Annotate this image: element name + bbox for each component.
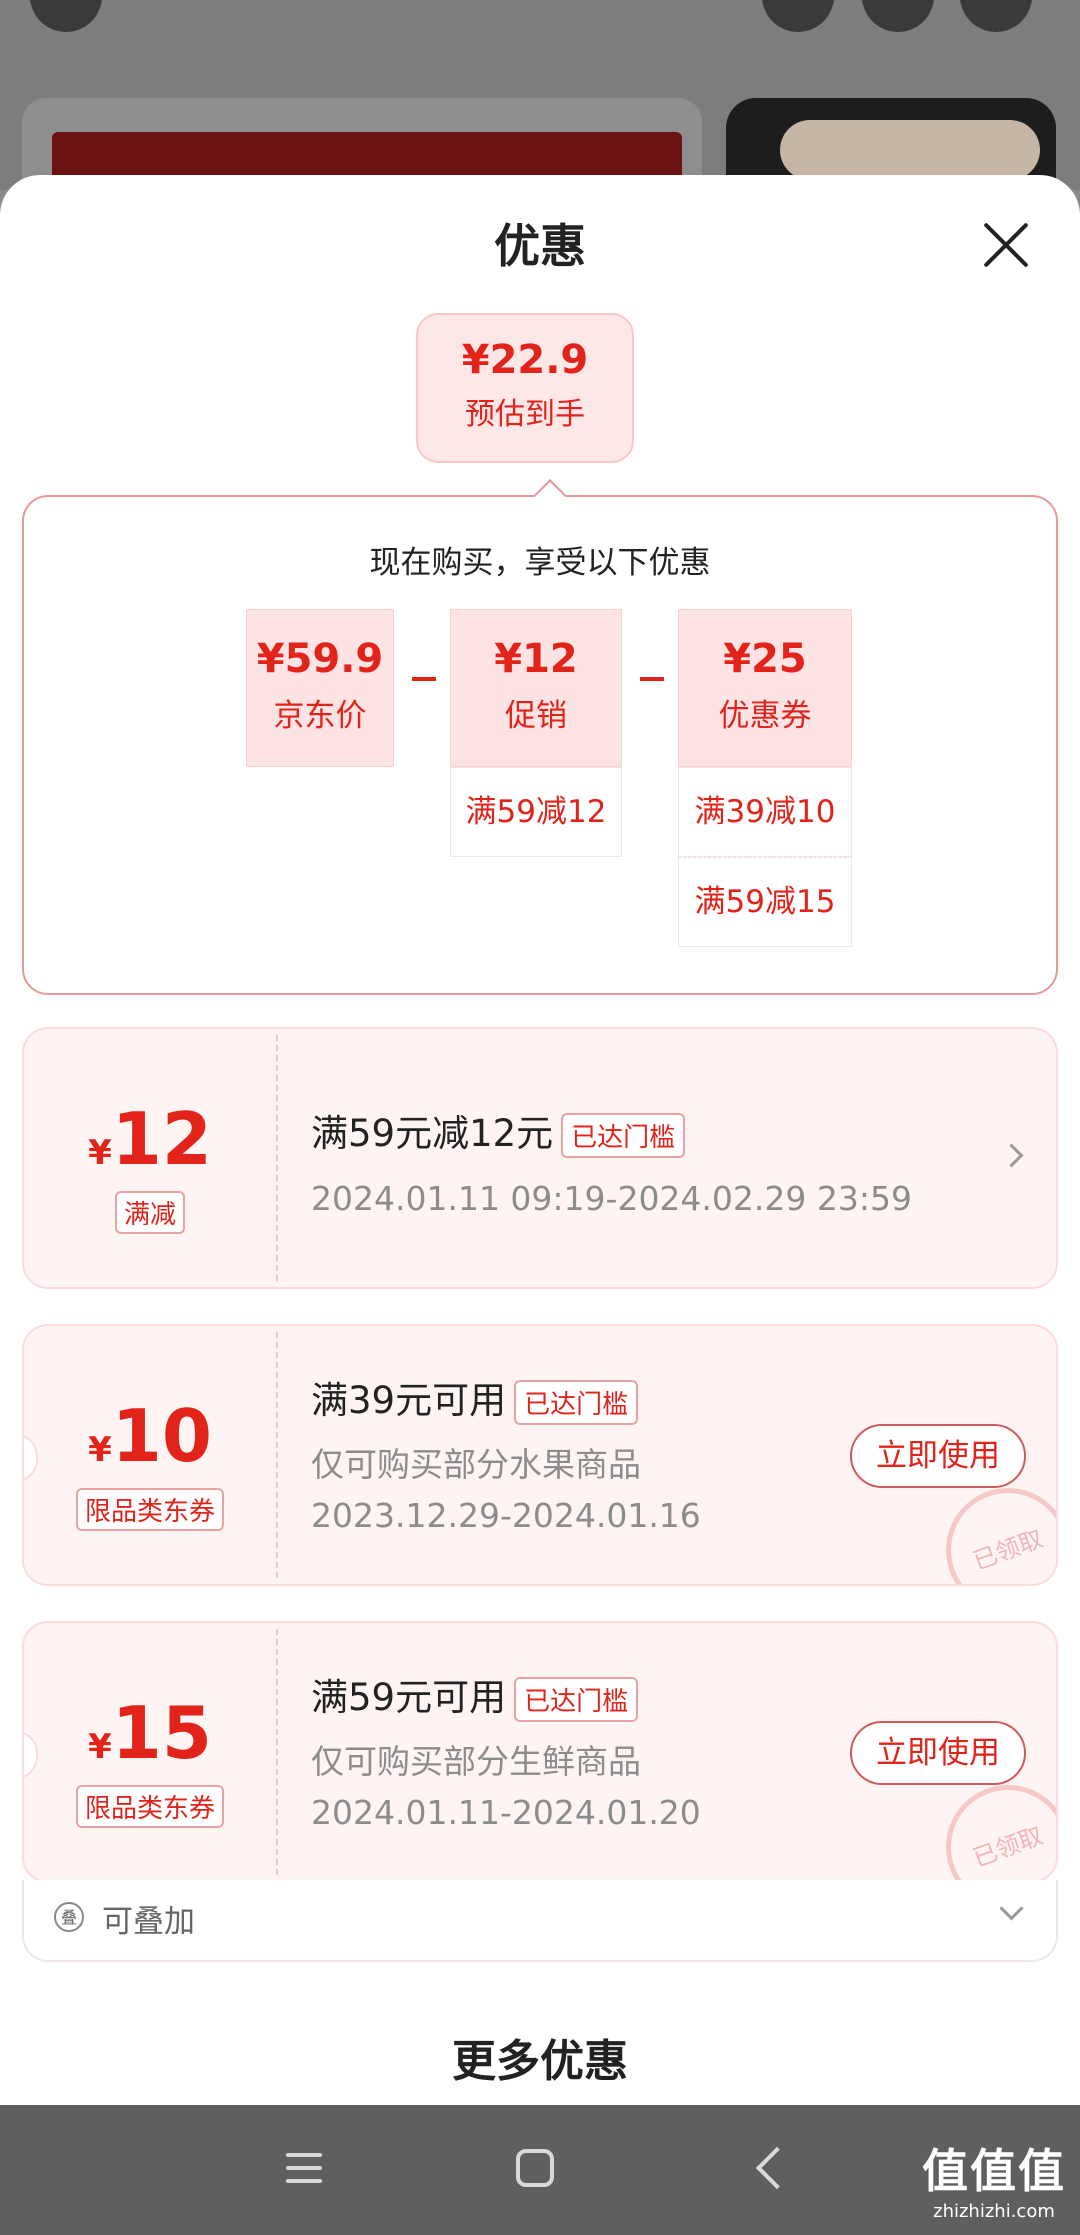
promo-label: 促销 [505, 698, 567, 734]
estimated-price-box: ¥22.9 预估到手 [416, 313, 634, 463]
summary-pointer [533, 479, 567, 513]
coupon-scope: 仅可购买部分生鲜商品 [311, 1742, 641, 1781]
coupon-title: 满59元可用 已达门槛 [311, 1667, 639, 1722]
coupon-card[interactable]: ¥12 满减 满59元减12元 已达门槛 2024.01.11 09:19-202… [22, 1027, 1058, 1289]
system-nav-bar: 值值值 zhizhizhi.com [0, 2105, 1080, 2235]
favorite-icon [762, 0, 834, 32]
watermark: 值值值 zhizhizhi.com [922, 2135, 1066, 2222]
coupon-validity: 2023.12.29-2024.01.16 [311, 1496, 701, 1535]
jd-price-label: 京东价 [273, 698, 367, 734]
coupon-divider [276, 1332, 278, 1578]
coupon-type-tag: 限品类东券 [75, 1785, 225, 1828]
coupon-type-tag: 限品类东券 [75, 1488, 225, 1531]
yen-symbol: ¥ [88, 1133, 112, 1173]
threshold-badge: 已达门槛 [561, 1113, 686, 1158]
watermark-text: 值值值 [922, 2144, 1066, 2198]
coupon-validity: 2024.01.11-2024.01.20 [311, 1793, 701, 1832]
use-now-button[interactable]: 立即使用 [850, 1721, 1026, 1785]
home-icon[interactable] [516, 2149, 554, 2187]
discount-sheet: 优惠 ¥22.9 预估到手 现在购买，享受以下优惠 ¥59.9 京东价 ¥12 … [0, 175, 1080, 2105]
promo-value: ¥12 [494, 636, 578, 682]
back-icon [30, 0, 102, 32]
coupon-card: ¥15 限品类东券 满59元可用 已达门槛 仅可购买部分生鲜商品 2024.01.… [22, 1621, 1058, 1883]
coupon-amount-area: ¥10 限品类东券 [24, 1326, 276, 1584]
coupon-title-text: 满39元可用 [311, 1379, 507, 1422]
threshold-badge: 已达门槛 [514, 1677, 639, 1722]
stackable-icon: 叠 [54, 1902, 84, 1932]
threshold-badge: 已达门槛 [514, 1380, 639, 1425]
stackable-bar[interactable]: 叠 可叠加 [22, 1880, 1058, 1962]
coupon-amount: ¥15 [24, 1691, 276, 1775]
recent-apps-icon[interactable] [286, 2153, 322, 2183]
share-icon [862, 0, 934, 32]
more-icon [960, 0, 1032, 32]
stackable-label: 可叠加 [102, 1904, 195, 1940]
coupon-amount-area: ¥12 满减 [24, 1029, 276, 1287]
coupon-validity: 2024.01.11 09:19-2024.02.29 23:59 [311, 1179, 912, 1218]
use-now-button[interactable]: 立即使用 [850, 1424, 1026, 1488]
coupon-item: 满59减15 [678, 857, 852, 947]
yen-symbol: ¥ [88, 1430, 112, 1470]
coupon-divider [276, 1629, 278, 1875]
coupon-title-text: 满59元减12元 [311, 1112, 554, 1155]
coupon-total-box: ¥25 优惠券 [678, 609, 852, 767]
estimated-price: ¥22.9 [461, 337, 589, 383]
chevron-down-icon[interactable] [999, 1896, 1024, 1921]
background-video-image [780, 120, 1040, 180]
coupon-amount: ¥10 [24, 1394, 276, 1478]
more-discounts-title: 更多优惠 [452, 2036, 628, 2087]
back-icon[interactable] [755, 2146, 799, 2190]
coupon-scope: 仅可购买部分水果商品 [311, 1445, 641, 1484]
coupon-total-label: 优惠券 [718, 698, 812, 734]
summary-heading: 现在购买，享受以下优惠 [369, 545, 711, 581]
coupon-amount-number: 15 [111, 1691, 212, 1775]
watermark-url: zhizhizhi.com [933, 2201, 1055, 2222]
minus-sign [640, 677, 664, 681]
estimated-price-label: 预估到手 [465, 397, 585, 432]
coupon-amount-area: ¥15 限品类东券 [24, 1623, 276, 1881]
coupon-item: 满39减10 [678, 767, 852, 857]
coupon-divider [276, 1035, 278, 1281]
minus-sign [412, 677, 436, 681]
discount-summary: 现在购买，享受以下优惠 ¥59.9 京东价 ¥12 促销 满59减12 ¥25 … [22, 479, 1058, 995]
coupon-type-tag: 满减 [114, 1191, 186, 1234]
chevron-right-icon[interactable] [999, 1143, 1024, 1168]
promo-item: 满59减12 [450, 767, 622, 857]
coupon-amount-number: 10 [111, 1394, 212, 1478]
promo-box: ¥12 促销 [450, 609, 622, 767]
coupon-amount: ¥12 [24, 1097, 276, 1181]
coupon-title: 满59元减12元 已达门槛 [311, 1103, 686, 1158]
coupon-card: ¥10 限品类东券 满39元可用 已达门槛 仅可购买部分水果商品 2023.12.… [22, 1324, 1058, 1586]
jd-price-value: ¥59.9 [256, 636, 384, 682]
coupon-amount-number: 12 [111, 1097, 212, 1181]
close-icon[interactable] [980, 219, 1032, 271]
coupon-total-value: ¥25 [723, 636, 807, 682]
jd-price-box: ¥59.9 京东价 [246, 609, 394, 767]
sheet-title: 优惠 [494, 219, 586, 273]
yen-symbol: ¥ [88, 1727, 112, 1767]
coupon-title-text: 满59元可用 [311, 1676, 507, 1719]
coupon-title: 满39元可用 已达门槛 [311, 1370, 639, 1425]
